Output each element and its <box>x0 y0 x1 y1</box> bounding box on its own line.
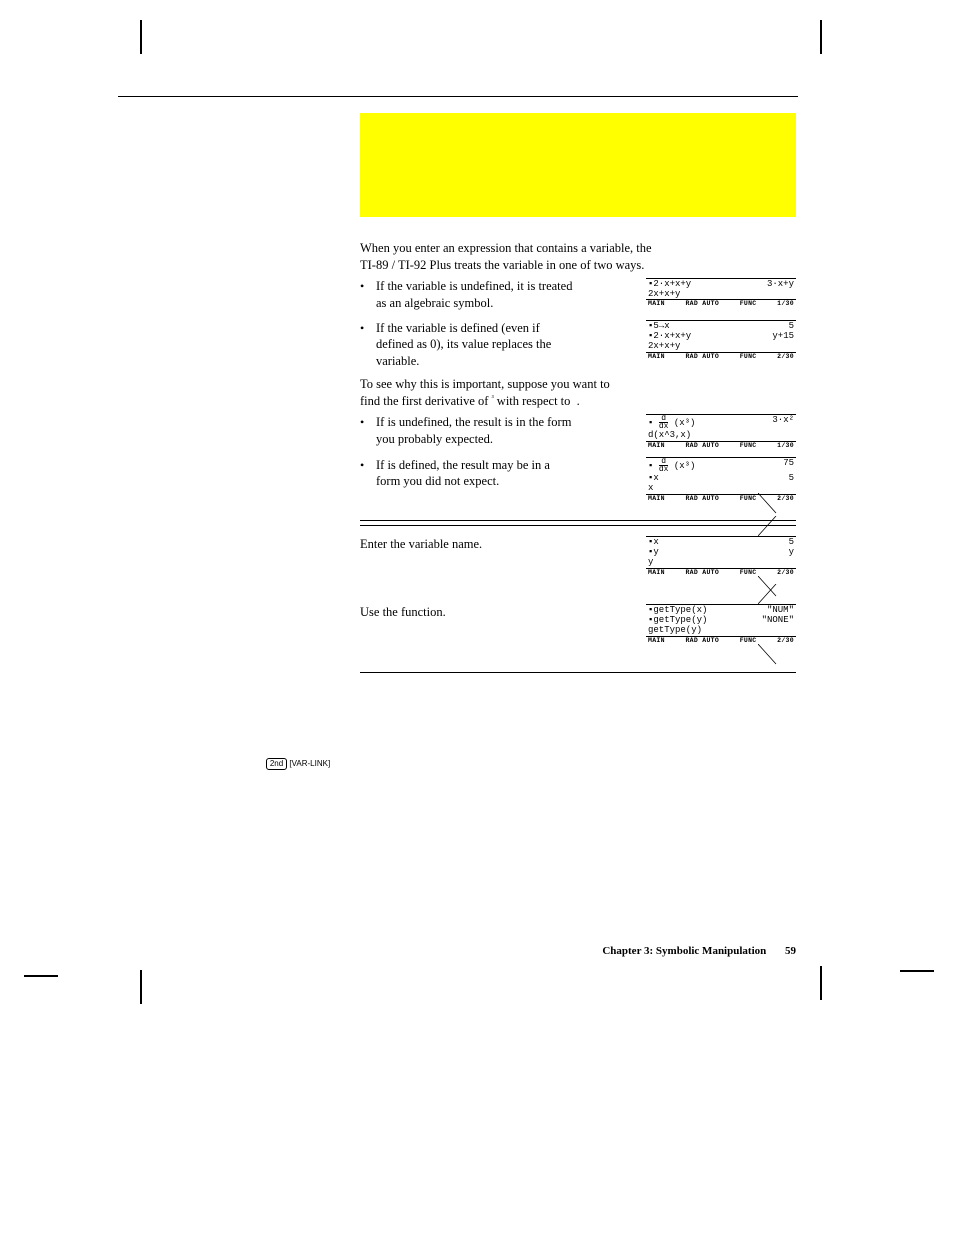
bullet-icon: • <box>360 320 376 337</box>
status-mode: MAIN <box>648 300 665 307</box>
status-angle: RAD AUTO <box>685 637 719 644</box>
status-graph: FUNC <box>740 637 757 644</box>
screen-result: 75 <box>783 458 794 473</box>
screen-expr: ▪2·x+x+y <box>648 279 691 289</box>
screen-expr: ▪5→x <box>648 321 670 331</box>
screen-expr: ▪getType(y) <box>648 615 707 625</box>
calc-screen-1: ▪2·x+x+y3·x+y 2x+x+y MAIN RAD AUTO FUNC … <box>646 278 796 308</box>
table-rule-top <box>360 520 796 521</box>
screen-expr: ▪x <box>648 473 659 483</box>
mid-paragraph: To see why this is important, suppose yo… <box>360 376 630 410</box>
status-graph: FUNC <box>740 300 757 307</box>
status-graph: FUNC <box>740 442 757 449</box>
screen-entry: 2x+x+y <box>646 289 796 300</box>
screen-result: y+15 <box>772 331 794 341</box>
status-angle: RAD AUTO <box>685 353 719 360</box>
screen-entry: d(x^3,x) <box>646 430 796 441</box>
key-varlink: [VAR-LINK] <box>289 759 330 768</box>
screen-expr: ▪getType(x) <box>648 605 707 615</box>
bullet-block-2: • If the variable is defined (even if de… <box>360 320 796 371</box>
callout-line-icon <box>758 584 782 608</box>
bullet-block-4: • If is defined, the result may be in a … <box>360 457 796 502</box>
status-mode: MAIN <box>648 569 665 576</box>
status-history: 2/30 <box>777 569 794 576</box>
callout-line-icon <box>758 644 782 668</box>
bullet-icon: • <box>360 414 376 431</box>
screen-expr: ▪2·x+x+y <box>648 331 691 341</box>
method-row-1: Enter the variable name. ▪x5 ▪yy y MAIN … <box>360 536 796 576</box>
method-text: Enter the variable name. <box>360 536 560 553</box>
bullet-block-1: • If the variable is undefined, it is tr… <box>360 278 796 312</box>
status-history: 2/30 <box>777 637 794 644</box>
status-mode: MAIN <box>648 637 665 644</box>
table-rule-heavy <box>360 525 796 526</box>
bullet-icon: • <box>360 278 376 295</box>
margin-note: 2nd [VAR-LINK] <box>258 758 338 770</box>
status-history: 1/30 <box>777 442 794 449</box>
screen-result: y <box>789 547 794 557</box>
screen-result: 3·x+y <box>767 279 794 289</box>
calc-screen-5: ▪x5 ▪yy y MAIN RAD AUTO FUNC 2/30 <box>646 536 796 576</box>
status-angle: RAD AUTO <box>685 495 719 502</box>
callout-line-icon <box>758 516 782 540</box>
screen-expr: ▪y <box>648 547 659 557</box>
screen-result: 3·x² <box>772 415 794 430</box>
screen-expr: ▪ ddx (x³) <box>648 458 695 473</box>
calc-screen-2: ▪5→x5 ▪2·x+x+yy+15 2x+x+y MAIN RAD AUTO … <box>646 320 796 360</box>
screen-result: 5 <box>789 321 794 331</box>
screen-expr: ▪x <box>648 537 659 547</box>
screen-entry: 2x+x+y <box>646 341 796 352</box>
footer-chapter: Chapter 3: Symbolic Manipulation <box>602 945 766 957</box>
main-column: When you enter an expression that contai… <box>360 240 796 677</box>
bullet-text: If is undefined, the result is in the fo… <box>376 414 576 448</box>
table-rule-bottom <box>360 672 796 673</box>
bullet-block-3: • If is undefined, the result is in the … <box>360 414 796 449</box>
bullet-icon: • <box>360 457 376 474</box>
status-mode: MAIN <box>648 495 665 502</box>
screen-expr: ▪ ddx (x³) <box>648 415 695 430</box>
bullet-text: If the variable is defined (even if defi… <box>376 320 576 371</box>
status-graph: FUNC <box>740 353 757 360</box>
calc-screen-3: ▪ ddx (x³) 3·x² d(x^3,x) MAIN RAD AUTO F… <box>646 414 796 449</box>
status-mode: MAIN <box>648 353 665 360</box>
method-row-2: Use the function. ▪getType(x)"NUM" ▪getT… <box>360 604 796 644</box>
bullet-text: If is defined, the result may be in a fo… <box>376 457 576 491</box>
screen-entry: y <box>646 557 796 568</box>
status-history: 1/30 <box>777 300 794 307</box>
status-angle: RAD AUTO <box>685 442 719 449</box>
status-angle: RAD AUTO <box>685 569 719 576</box>
status-angle: RAD AUTO <box>685 300 719 307</box>
bullet-text: If the variable is undefined, it is trea… <box>376 278 576 312</box>
status-history: 2/30 <box>777 353 794 360</box>
footer-page-number: 59 <box>785 945 796 957</box>
top-rule <box>118 96 798 97</box>
callout-line-icon <box>758 493 782 517</box>
method-text: Use the function. <box>360 604 560 621</box>
screen-result: "NONE" <box>762 615 794 625</box>
key-2nd: 2nd <box>266 758 287 770</box>
intro-paragraph: When you enter an expression that contai… <box>360 240 656 274</box>
heading-highlight <box>360 113 796 217</box>
page-footer: Chapter 3: Symbolic Manipulation 59 <box>118 945 796 957</box>
status-graph: FUNC <box>740 569 757 576</box>
status-mode: MAIN <box>648 442 665 449</box>
status-graph: FUNC <box>740 495 757 502</box>
screen-entry: getType(y) <box>646 625 796 636</box>
screen-result: 5 <box>789 537 794 547</box>
screen-result: 5 <box>789 473 794 483</box>
calc-screen-6: ▪getType(x)"NUM" ▪getType(y)"NONE" getTy… <box>646 604 796 644</box>
